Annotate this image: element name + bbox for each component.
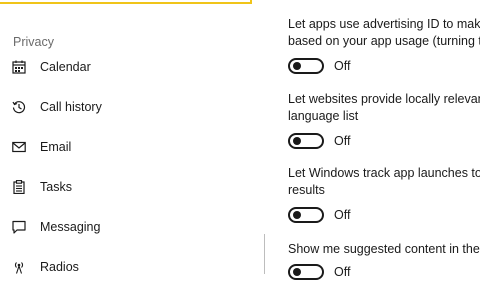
sidebar-item-email[interactable]: Email: [0, 127, 255, 167]
suggested-content-toggle[interactable]: [288, 264, 324, 280]
sidebar-item-label: Calendar: [40, 60, 91, 74]
settings-panel: Let apps use advertising ID to make base…: [288, 0, 480, 280]
advertising-id-toggle[interactable]: [288, 58, 324, 74]
sidebar-item-calendar[interactable]: Calendar: [0, 47, 255, 87]
toggle-knob: [293, 268, 301, 276]
sidebar: Privacy Calendar Call history Email Task…: [0, 0, 260, 274]
sidebar-item-label: Radios: [40, 260, 79, 274]
app-launch-tracking-toggle[interactable]: [288, 207, 324, 223]
setting-text-line: language list: [288, 109, 359, 123]
sidebar-item-label: Messaging: [40, 220, 101, 234]
setting-text-line: Show me suggested content in the: [288, 242, 480, 256]
setting-text-line: Let websites provide locally relevan: [288, 92, 480, 106]
radio-icon: [11, 259, 27, 275]
sidebar-item-messaging[interactable]: Messaging: [0, 207, 255, 247]
toggle-state-label: Off: [334, 59, 351, 73]
toggle-state-label: Off: [334, 134, 351, 148]
setting-app-launch-tracking-description: Let Windows track app launches to result…: [288, 165, 480, 199]
toggle-state-label: Off: [334, 265, 351, 279]
scroll-divider: [264, 234, 265, 274]
setting-text-line: Let Windows track app launches to: [288, 166, 480, 180]
history-icon: [11, 99, 27, 115]
setting-text-line: Let apps use advertising ID to make: [288, 17, 480, 31]
sidebar-item-radios[interactable]: Radios: [0, 247, 255, 287]
setting-text-line: based on your app usage (turning t: [288, 34, 480, 48]
calendar-icon: [11, 59, 27, 75]
mail-icon: [11, 139, 27, 155]
sidebar-item-tasks[interactable]: Tasks: [0, 167, 255, 207]
sidebar-item-label: Tasks: [40, 180, 72, 194]
sidebar-item-call-history[interactable]: Call history: [0, 87, 255, 127]
setting-local-content-description: Let websites provide locally relevan lan…: [288, 91, 480, 125]
tasks-icon: [11, 179, 27, 195]
sidebar-item-label: Email: [40, 140, 72, 154]
toggle-knob: [293, 62, 301, 70]
toggle-knob: [293, 137, 301, 145]
setting-advertising-id-description: Let apps use advertising ID to make base…: [288, 16, 480, 50]
toggle-knob: [293, 211, 301, 219]
setting-text-line: results: [288, 183, 325, 197]
message-icon: [11, 219, 27, 235]
setting-suggested-content-description: Show me suggested content in the: [288, 241, 480, 258]
toggle-state-label: Off: [334, 208, 351, 222]
local-content-toggle[interactable]: [288, 133, 324, 149]
sidebar-item-label: Call history: [40, 100, 102, 114]
